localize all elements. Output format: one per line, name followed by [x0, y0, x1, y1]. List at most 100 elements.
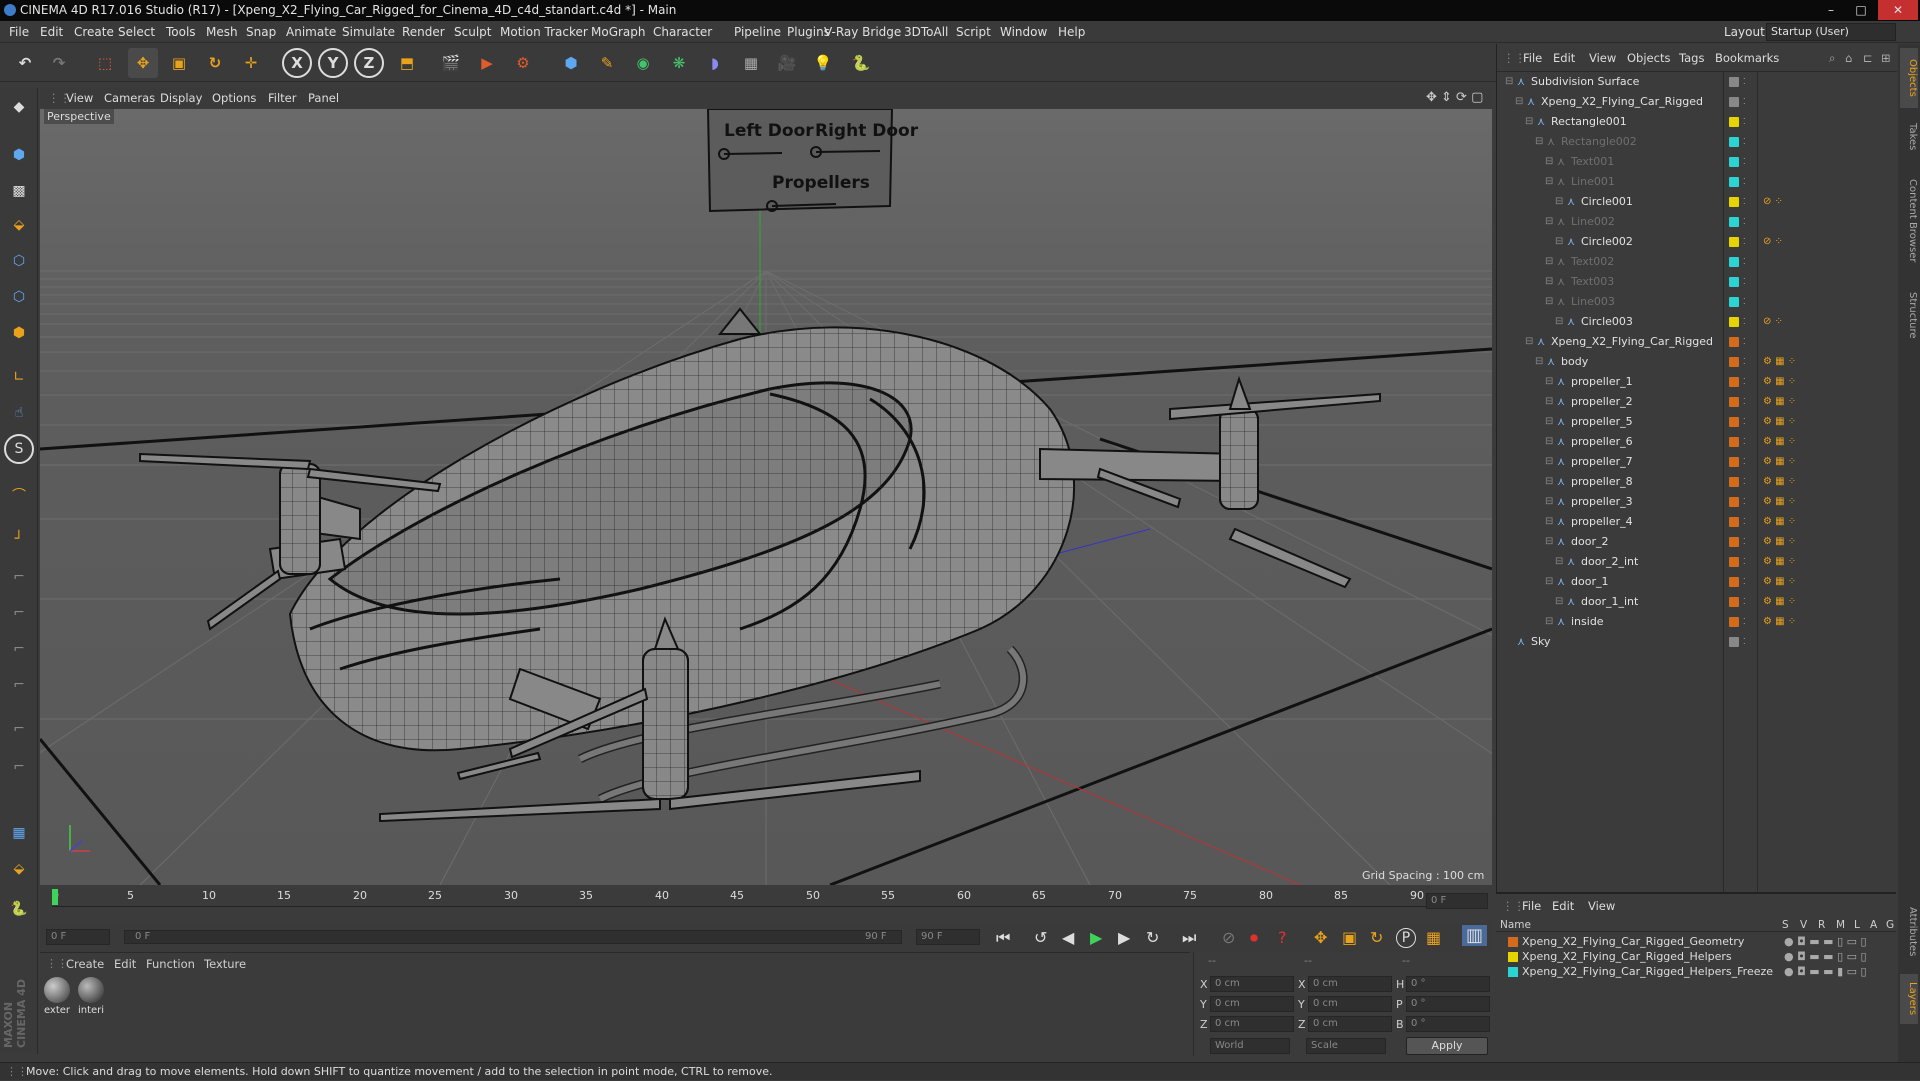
visibility-dots-icon[interactable]: ⁚ — [1743, 312, 1746, 332]
expand-toggle-icon[interactable]: ⊟ — [1545, 252, 1553, 272]
rot-p-field[interactable]: 0 ° — [1406, 996, 1490, 1012]
expand-toggle-icon[interactable]: ⊟ — [1545, 572, 1553, 592]
layer-color-flag[interactable] — [1729, 537, 1739, 547]
transform-tool-icon[interactable]: ✛ — [236, 48, 266, 78]
brush-icon-1[interactable]: ⌐ — [4, 562, 34, 592]
visibility-dots-icon[interactable]: ⁚ — [1743, 232, 1746, 252]
play-icon[interactable]: ▶ — [1090, 928, 1102, 947]
apply-button[interactable]: Apply — [1406, 1037, 1488, 1055]
material-menu-function[interactable]: Function — [146, 957, 195, 971]
expand-toggle-icon[interactable]: ⊟ — [1555, 552, 1563, 572]
cloner-icon[interactable]: ❋ — [664, 48, 694, 78]
layer-color-flag[interactable] — [1729, 157, 1739, 167]
tab-objects[interactable]: Objects — [1900, 48, 1918, 108]
object-tags-icon[interactable]: ⚙ ▦ ⁘ — [1763, 492, 1796, 512]
key-rotation-icon[interactable]: ↻ — [1370, 928, 1383, 947]
loop-icon[interactable]: ↻ — [1146, 928, 1159, 947]
expand-toggle-icon[interactable]: ⊟ — [1555, 192, 1563, 212]
expand-toggle-icon[interactable]: ⊟ — [1545, 412, 1553, 432]
om-menu-bookmarks[interactable]: Bookmarks — [1715, 44, 1779, 72]
material-swatch-interior[interactable]: interi — [76, 975, 106, 1019]
menu-mesh[interactable]: Mesh — [206, 21, 238, 43]
visibility-dots-icon[interactable]: ⁚ — [1743, 612, 1746, 632]
cube-primitive-icon[interactable]: ⬢ — [556, 48, 586, 78]
om-menu-objects[interactable]: Objects — [1627, 44, 1670, 72]
object-row[interactable]: ⊟ ⋏ propeller_3 ⁚ ⚙ ▦ ⁘ — [1497, 492, 1897, 512]
object-tags-icon[interactable]: ⊘ ⁘ — [1763, 232, 1783, 252]
expand-toggle-icon[interactable]: ⊟ — [1545, 532, 1553, 552]
layer-color-flag[interactable] — [1729, 177, 1739, 187]
visibility-dots-icon[interactable]: ⁚ — [1743, 292, 1746, 312]
layer-flags-icon[interactable]: ● ◘ ▬ ▬ ▯ ▭ ▯ — [1784, 949, 1867, 964]
viewport-menu-panel[interactable]: Panel — [308, 88, 339, 108]
layer-color-flag[interactable] — [1729, 357, 1739, 367]
layer-menu-edit[interactable]: Edit — [1552, 894, 1574, 918]
layer-color-flag[interactable] — [1729, 517, 1739, 527]
layer-row[interactable]: Xpeng_X2_Flying_Car_Rigged_Helpers_Freez… — [1508, 964, 1868, 979]
object-row[interactable]: ⊟ ⋏ Rectangle002 ⁚ — [1497, 132, 1897, 152]
object-tags-icon[interactable]: ⊘ ⁘ — [1763, 312, 1783, 332]
expand-toggle-icon[interactable]: ⊟ — [1555, 592, 1563, 612]
visibility-dots-icon[interactable]: ⁚ — [1743, 272, 1746, 292]
menu-render[interactable]: Render — [402, 21, 445, 43]
object-row[interactable]: ⊟ ⋏ Text003 ⁚ — [1497, 272, 1897, 292]
layer-color-flag[interactable] — [1729, 217, 1739, 227]
expand-toggle-icon[interactable]: ⊟ — [1545, 452, 1553, 472]
polygons-mode-icon[interactable]: ⬢ — [4, 318, 34, 348]
visibility-dots-icon[interactable]: ⁚ — [1743, 492, 1746, 512]
om-new-window-icon[interactable]: ⊞ — [1881, 44, 1891, 72]
prev-key-icon[interactable]: ↺ — [1034, 928, 1047, 947]
visibility-dots-icon[interactable]: ⁚ — [1743, 512, 1746, 532]
menu-snap[interactable]: Snap — [246, 21, 276, 43]
render-view-icon[interactable]: 🎬 — [436, 48, 466, 78]
expand-toggle-icon[interactable]: ⊟ — [1535, 132, 1543, 152]
maximize-button[interactable]: □ — [1846, 0, 1876, 20]
layer-color-flag[interactable] — [1729, 97, 1739, 107]
visibility-dots-icon[interactable]: ⁚ — [1743, 152, 1746, 172]
expand-toggle-icon[interactable]: ⊟ — [1545, 292, 1553, 312]
undo-icon[interactable]: ↶ — [10, 48, 40, 78]
om-filter-icon[interactable]: ⊏ — [1863, 44, 1873, 72]
3d-viewport[interactable]: Left Door Right Door Propellers Perspect… — [40, 109, 1492, 885]
object-tags-icon[interactable]: ⚙ ▦ ⁘ — [1763, 612, 1796, 632]
floor-object-icon[interactable]: ▦ — [736, 48, 766, 78]
visibility-dots-icon[interactable]: ⁚ — [1743, 592, 1746, 612]
prev-frame-icon[interactable]: ◀ — [1062, 928, 1074, 947]
expand-toggle-icon[interactable]: ⊟ — [1545, 372, 1553, 392]
scale-tool-icon[interactable]: ▣ — [164, 48, 194, 78]
redo-icon[interactable]: ↷ — [44, 48, 74, 78]
object-row[interactable]: ⊟ ⋏ Text002 ⁚ — [1497, 252, 1897, 272]
keyframe-help-icon[interactable]: ? — [1278, 928, 1287, 947]
menu-window[interactable]: Window — [1000, 21, 1047, 43]
layer-color-flag[interactable] — [1729, 397, 1739, 407]
live-selection-icon[interactable]: ⬚ — [90, 48, 120, 78]
layer-color-flag[interactable] — [1729, 377, 1739, 387]
menu-simulate[interactable]: Simulate — [342, 21, 395, 43]
autokey-icon[interactable]: ⏺ — [1250, 928, 1258, 948]
visibility-dots-icon[interactable]: ⁚ — [1743, 572, 1746, 592]
x-axis-lock-button[interactable]: X — [282, 48, 312, 78]
snap-toggle-icon[interactable]: S — [4, 434, 34, 464]
expand-toggle-icon[interactable]: ⊟ — [1545, 272, 1553, 292]
menu-script[interactable]: Script — [956, 21, 991, 43]
axis-lock-icon[interactable]: ┘ — [4, 524, 34, 554]
layer-color-flag[interactable] — [1729, 117, 1739, 127]
key-pla-icon[interactable]: ▦ — [1426, 928, 1441, 947]
layer-menu-file[interactable]: File — [1522, 894, 1541, 918]
material-menu-texture[interactable]: Texture — [204, 957, 246, 971]
expand-toggle-icon[interactable]: ⊟ — [1545, 492, 1553, 512]
visibility-dots-icon[interactable]: ⁚ — [1743, 112, 1746, 132]
python-icon[interactable]: 🐍 — [846, 48, 876, 78]
object-row[interactable]: ⊟ ⋏ door_2 ⁚ ⚙ ▦ ⁘ — [1497, 532, 1897, 552]
material-menu-edit[interactable]: Edit — [114, 957, 136, 971]
menu-edit[interactable]: Edit — [40, 21, 63, 43]
object-row[interactable]: ⊟ ⋏ door_1_int ⁚ ⚙ ▦ ⁘ — [1497, 592, 1897, 612]
expand-toggle-icon[interactable]: ⊟ — [1545, 432, 1553, 452]
object-row[interactable]: ⊟ ⋏ propeller_8 ⁚ ⚙ ▦ ⁘ — [1497, 472, 1897, 492]
timeline-ruler[interactable]: 0 5 10 15 20 25 30 35 40 45 50 55 60 65 … — [40, 887, 1492, 923]
tab-layers[interactable]: Layers — [1900, 974, 1918, 1024]
object-tags-icon[interactable]: ⚙ ▦ ⁘ — [1763, 352, 1796, 372]
magnet-icon[interactable]: ⌒ — [4, 480, 34, 510]
object-row[interactable]: ⊟ ⋏ propeller_1 ⁚ ⚙ ▦ ⁘ — [1497, 372, 1897, 392]
key-parameter-icon[interactable]: P — [1396, 928, 1416, 948]
